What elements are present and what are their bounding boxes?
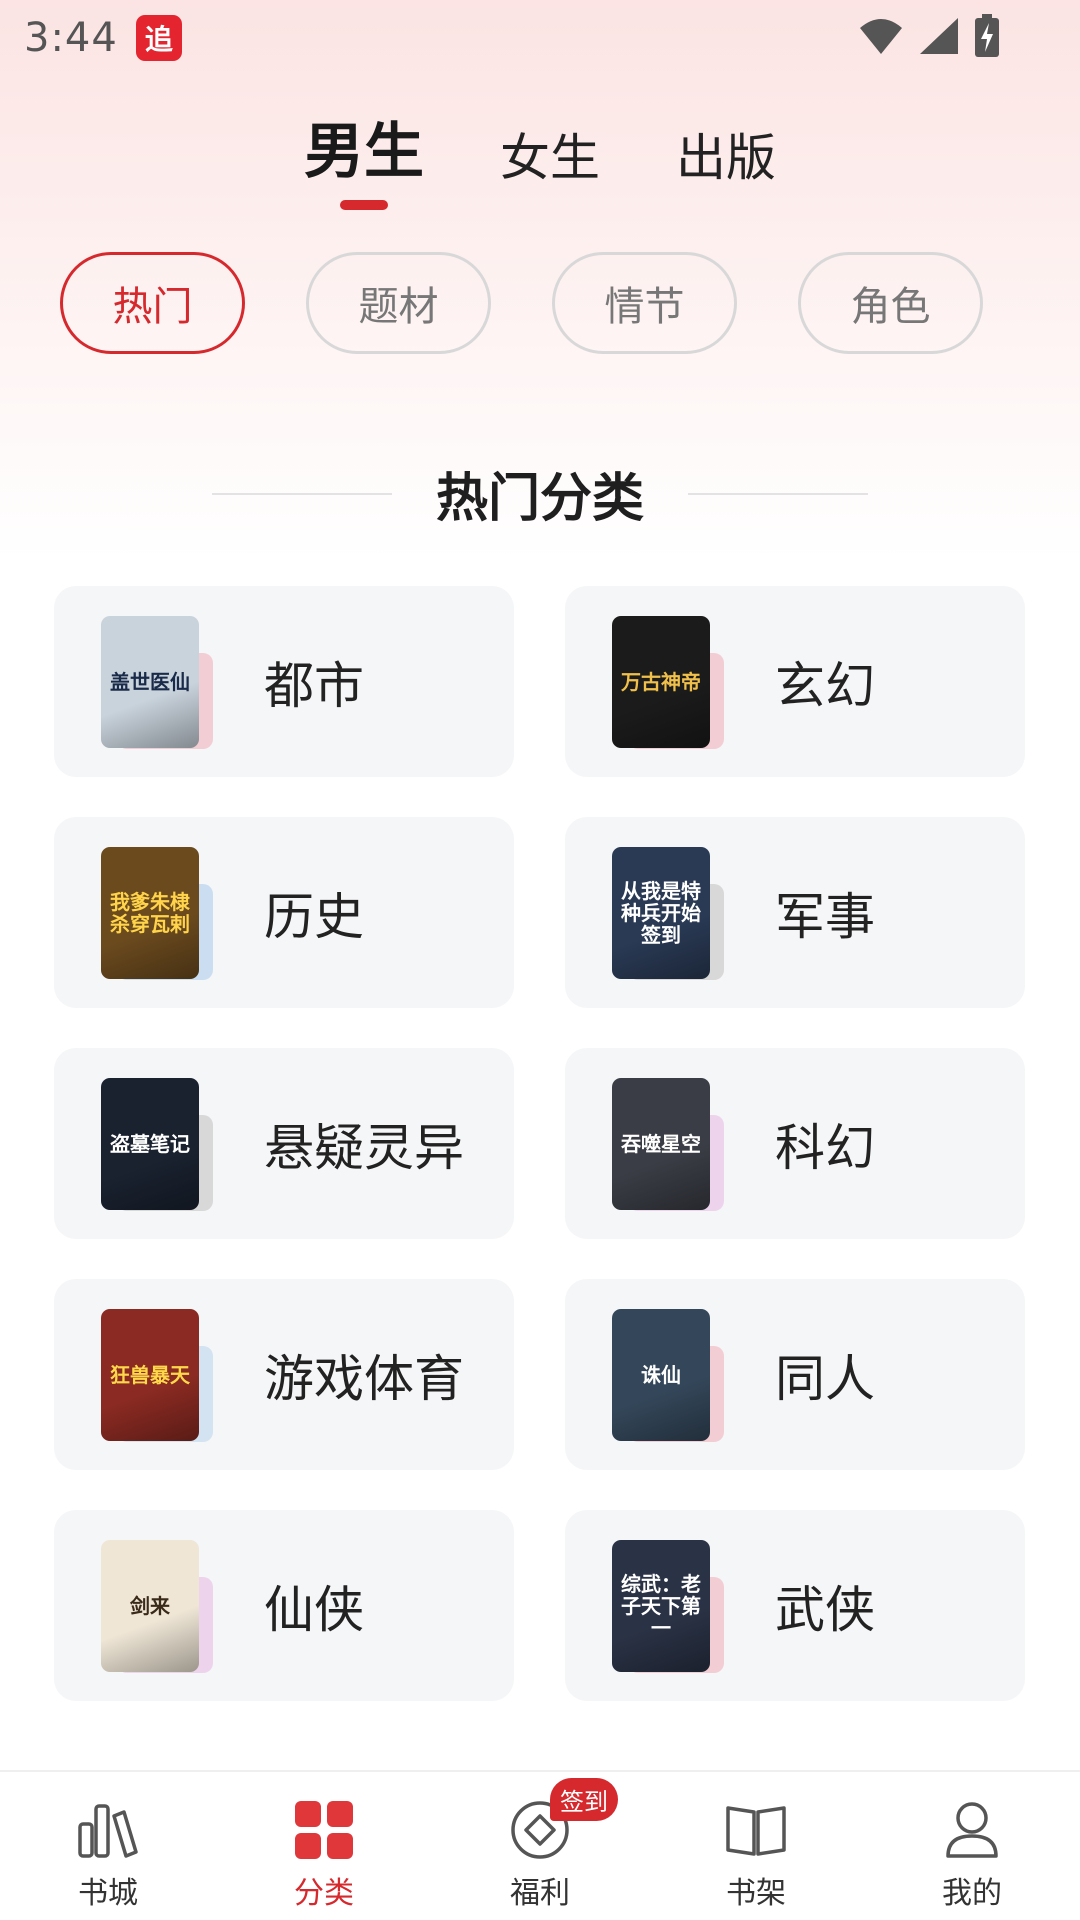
profile-icon xyxy=(940,1798,1004,1862)
bottom-navigation: 书城 分类 签到 福利 书架 我的 xyxy=(0,1770,1080,1920)
chip-role[interactable]: 角色 xyxy=(798,252,983,354)
chip-theme[interactable]: 题材 xyxy=(306,252,491,354)
chip-hot[interactable]: 热门 xyxy=(60,252,245,354)
book-cover-stack: 综武：老子天下第一 xyxy=(612,1540,730,1673)
category-card[interactable]: 狂兽暴天 游戏体育 xyxy=(54,1279,514,1470)
book-cover-title: 综武：老子天下第一 xyxy=(621,1572,701,1640)
gender-tabs: 男生 女生 出版 xyxy=(0,108,1080,210)
category-card[interactable]: 我爹朱棣杀穿瓦剌 历史 xyxy=(54,817,514,1008)
book-cover-stack: 从我是特种兵开始签到 xyxy=(612,847,730,980)
book-cover-image: 狂兽暴天 xyxy=(101,1309,199,1441)
book-cover-stack: 剑来 xyxy=(101,1540,219,1673)
nav-category-label: 分类 xyxy=(294,1876,354,1911)
book-cover-image: 盖世医仙 xyxy=(101,616,199,748)
category-label: 都市 xyxy=(264,656,364,715)
category-label: 悬疑灵异 xyxy=(264,1118,464,1177)
filter-chips: 热门 题材 情节 角色 xyxy=(60,252,983,354)
book-cover-stack: 狂兽暴天 xyxy=(101,1309,219,1442)
tab-female-label: 女生 xyxy=(500,129,600,187)
section-title: 热门分类 xyxy=(435,469,644,529)
category-label: 仙侠 xyxy=(264,1580,364,1639)
active-tab-indicator xyxy=(340,200,388,210)
book-cover-stack: 吞噬星空 xyxy=(612,1078,730,1211)
category-card[interactable]: 剑来 仙侠 xyxy=(54,1510,514,1701)
tab-publish[interactable]: 出版 xyxy=(638,108,814,190)
nav-welfare-label: 福利 xyxy=(510,1876,570,1911)
nav-profile[interactable]: 我的 xyxy=(864,1772,1080,1920)
bookshelf-icon xyxy=(724,1798,788,1862)
book-cover-stack: 盖世医仙 xyxy=(101,616,219,749)
status-bar: 3:44 追 xyxy=(0,0,1080,76)
chip-plot[interactable]: 情节 xyxy=(552,252,737,354)
category-grid-icon xyxy=(292,1798,356,1862)
book-cover-title: 诛仙 xyxy=(641,1363,681,1387)
category-label: 军事 xyxy=(775,887,875,946)
category-card[interactable]: 综武：老子天下第一 武侠 xyxy=(565,1510,1025,1701)
battery-charging-icon xyxy=(975,14,999,57)
section-heading: 热门分类 xyxy=(0,456,1080,531)
book-cover-image: 万古神帝 xyxy=(612,616,710,748)
category-card[interactable]: 盖世医仙 都市 xyxy=(54,586,514,777)
status-indicators xyxy=(858,14,1000,58)
book-cover-image: 诛仙 xyxy=(612,1309,710,1441)
category-card[interactable]: 吞噬星空 科幻 xyxy=(565,1048,1025,1239)
category-card[interactable]: 诛仙 同人 xyxy=(565,1279,1025,1470)
category-label: 历史 xyxy=(264,887,364,946)
book-cover-title: 盗墓笔记 xyxy=(110,1132,190,1156)
book-cover-title: 狂兽暴天 xyxy=(110,1363,190,1387)
category-grid: 盖世医仙 都市 万古神帝 玄幻我爹朱棣杀穿瓦剌 历史 从我是特种兵开始签到 军事盗墓笔记 悬疑… xyxy=(54,586,1026,1701)
bookstore-icon xyxy=(76,1798,140,1862)
book-cover-stack: 盗墓笔记 xyxy=(101,1078,219,1211)
book-cover-title: 剑来 xyxy=(130,1594,170,1618)
checkin-badge: 签到 xyxy=(550,1778,618,1821)
nav-bookstore[interactable]: 书城 xyxy=(0,1772,216,1920)
nav-bookshelf-label: 书架 xyxy=(726,1876,786,1911)
nav-category[interactable]: 分类 xyxy=(216,1772,432,1920)
book-cover-image: 吞噬星空 xyxy=(612,1078,710,1210)
tab-female[interactable]: 女生 xyxy=(462,108,638,190)
book-cover-title: 我爹朱棣杀穿瓦剌 xyxy=(110,890,190,936)
book-cover-image: 综武：老子天下第一 xyxy=(612,1540,710,1672)
category-card[interactable]: 盗墓笔记 悬疑灵异 xyxy=(54,1048,514,1239)
tab-male-label: 男生 xyxy=(304,117,424,187)
nav-bookshelf[interactable]: 书架 xyxy=(648,1772,864,1920)
category-label: 游戏体育 xyxy=(264,1349,464,1408)
app-notification-icon: 追 xyxy=(135,15,182,61)
category-label: 武侠 xyxy=(775,1580,875,1639)
book-cover-image: 盗墓笔记 xyxy=(101,1078,199,1210)
tab-male[interactable]: 男生 xyxy=(266,108,462,210)
tab-publish-label: 出版 xyxy=(676,129,776,187)
book-cover-title: 盖世医仙 xyxy=(110,670,190,694)
book-cover-stack: 万古神帝 xyxy=(612,616,730,749)
book-cover-stack: 我爹朱棣杀穿瓦剌 xyxy=(101,847,219,980)
category-label: 玄幻 xyxy=(775,656,875,715)
divider-left xyxy=(211,492,392,495)
divider-right xyxy=(688,492,868,495)
category-card[interactable]: 万古神帝 玄幻 xyxy=(565,586,1025,777)
nav-profile-label: 我的 xyxy=(942,1876,1002,1911)
category-card[interactable]: 从我是特种兵开始签到 军事 xyxy=(565,817,1025,1008)
book-cover-title: 吞噬星空 xyxy=(621,1132,701,1156)
book-cover-image: 我爹朱棣杀穿瓦剌 xyxy=(101,847,199,979)
book-cover-stack: 诛仙 xyxy=(612,1309,730,1442)
book-cover-title: 万古神帝 xyxy=(621,670,701,694)
category-label: 科幻 xyxy=(775,1118,875,1177)
nav-welfare[interactable]: 签到 福利 xyxy=(432,1772,648,1920)
signal-icon xyxy=(920,18,958,54)
book-cover-title: 从我是特种兵开始签到 xyxy=(621,879,701,947)
category-label: 同人 xyxy=(775,1349,875,1408)
status-time: 3:44 xyxy=(24,15,118,61)
nav-bookstore-label: 书城 xyxy=(78,1876,138,1911)
wifi-icon xyxy=(860,19,902,54)
book-cover-image: 从我是特种兵开始签到 xyxy=(612,847,710,979)
book-cover-image: 剑来 xyxy=(101,1540,199,1672)
